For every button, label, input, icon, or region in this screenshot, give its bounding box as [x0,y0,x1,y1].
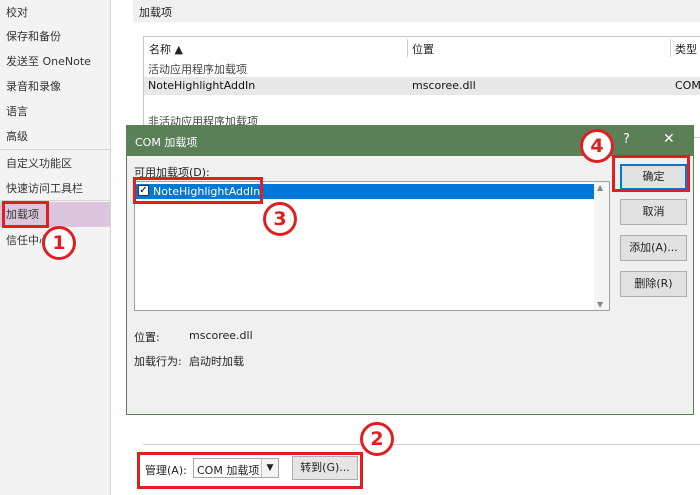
step-3-marker: 3 [263,202,297,236]
addins-table: 名称 ▲ 位置 类型 活动应用程序加载项 NoteHighlightAddIn … [143,36,700,138]
chevron-up-icon[interactable]: ▲ [597,183,603,192]
location-value: mscoree.dll [189,329,253,342]
chevron-down-icon[interactable]: ▼ [597,300,603,309]
sidebar-item-quick-access-toolbar[interactable]: 快速访问工具栏 [0,176,110,201]
close-icon[interactable]: ✕ [663,131,675,147]
column-header-location[interactable]: 位置 [412,41,434,57]
highlight-box-manage [137,452,363,489]
sidebar-item-advanced[interactable]: 高级 [0,124,110,149]
step-2-marker: 2 [360,422,394,456]
column-header-name[interactable]: 名称 ▲ [149,41,183,57]
sidebar-item-language[interactable]: 语言 [0,99,110,124]
divider [143,444,700,445]
column-divider [407,39,408,57]
section-title: 加载项 [133,0,700,22]
highlight-box-addins [2,201,49,228]
table-row[interactable]: NoteHighlightAddIn mscoree.dll COM [144,77,700,95]
sidebar-item-audio-video[interactable]: 录音和录像 [0,74,110,99]
remove-button[interactable]: 删除(R) [620,271,687,297]
sidebar-item-save-backup[interactable]: 保存和备份 [0,24,110,49]
highlight-box-ok [612,155,690,192]
row-type: COM [675,79,700,92]
add-button[interactable]: 添加(A)... [620,235,687,261]
location-label: 位置: [134,331,160,344]
row-location: mscoree.dll [412,79,476,92]
sidebar-divider [0,149,110,150]
sidebar-item-proofing[interactable]: 校对 [0,0,110,25]
load-behavior-value: 启动时加载 [189,355,244,368]
sidebar-item-send-to-onenote[interactable]: 发送至 OneNote [0,49,110,74]
load-behavior-label: 加载行为: [134,355,182,368]
group-active-addins: 活动应用程序加载项 [148,63,247,76]
help-icon[interactable]: ? [623,132,630,147]
step-1-marker: 1 [42,226,76,260]
column-header-type[interactable]: 类型 [675,41,697,57]
highlight-box-addin-item [133,177,263,204]
column-divider [670,39,671,57]
com-addins-dialog: COM 加载项 ? ✕ 可用加载项(D): ✓ NoteHighlightAdd… [126,125,694,415]
sidebar-item-customize-ribbon[interactable]: 自定义功能区 [0,151,110,176]
step-4-marker: 4 [580,129,614,163]
cancel-button[interactable]: 取消 [620,199,687,225]
vertical-scrollbar[interactable]: ▲ ▼ [594,182,609,310]
dialog-title: COM 加载项 [135,136,198,149]
row-name: NoteHighlightAddIn [148,79,256,92]
